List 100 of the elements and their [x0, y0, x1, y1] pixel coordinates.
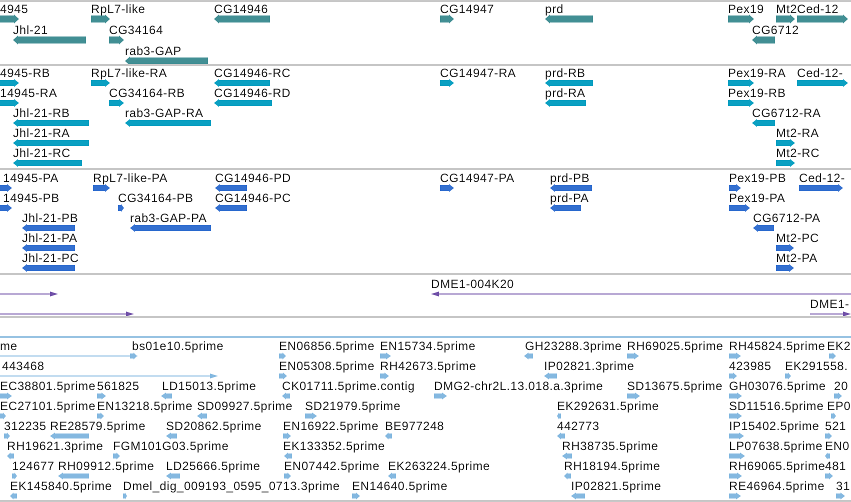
feature-arrow[interactable]	[776, 264, 794, 272]
feature-arrow[interactable]	[799, 184, 843, 192]
feature-arrow[interactable]	[13, 139, 89, 147]
feature-arrow[interactable]	[545, 14, 593, 24]
feature-arrow[interactable]	[0, 14, 19, 24]
feature-label: prd-RB	[545, 66, 586, 80]
feature-label: prd-PA	[550, 191, 589, 205]
feature-label: RH09912.5prime	[58, 459, 154, 473]
feature-arrow[interactable]	[13, 159, 82, 167]
feature-arrow[interactable]	[440, 79, 454, 87]
feature-label: EN16922.5prime	[283, 419, 379, 433]
feature-arrow[interactable]	[0, 292, 58, 296]
feature-arrow[interactable]	[776, 139, 795, 147]
feature-arrow[interactable]	[776, 14, 795, 24]
feature-arrow[interactable]	[545, 99, 586, 107]
feature-arrow[interactable]	[776, 159, 795, 167]
feature-label: RE28579.5prime	[50, 419, 146, 433]
feature-arrow[interactable]	[797, 79, 848, 87]
feature-label: CG14946-PC	[215, 191, 292, 205]
feature-label: SD11516.5prime	[729, 399, 824, 413]
feature-label: RH38735.5prime	[562, 439, 658, 453]
feature-label: EK263224.5prime	[388, 459, 490, 473]
feature-arrow[interactable]	[118, 204, 124, 212]
feature-arrow[interactable]	[550, 204, 581, 212]
feature-arrow[interactable]	[214, 99, 272, 107]
feature-label: 14945-PA	[3, 171, 59, 185]
feature-arrow[interactable]	[215, 204, 247, 212]
feature-label: Mt2	[776, 2, 798, 16]
feature-label: Pex19-RB	[728, 86, 786, 100]
feature-label: SD20862.5prime	[166, 419, 262, 433]
feature-arrow[interactable]	[728, 99, 754, 107]
feature-label: Jhl-21-RB	[13, 106, 70, 120]
feature-arrow[interactable]	[91, 79, 110, 87]
feature-arrow[interactable]	[109, 36, 124, 44]
feature-label: prd-PB	[550, 171, 590, 185]
feature-arrow[interactable]	[550, 184, 592, 192]
feature-label: 4945	[0, 2, 28, 16]
feature-arrow[interactable]	[728, 14, 754, 24]
feature-arrow[interactable]	[810, 312, 851, 316]
feature-arrow[interactable]	[545, 79, 593, 87]
feature-label: RH45824.5prime	[729, 339, 826, 353]
feature-arrow[interactable]	[215, 184, 247, 192]
feature-label: Mt2-RC	[776, 146, 820, 160]
feature-arrow[interactable]	[214, 79, 270, 87]
feature-label: 4945-RB	[0, 66, 50, 80]
feature-label: me	[0, 339, 18, 353]
feature-arrow[interactable]	[752, 119, 775, 127]
feature-arrow[interactable]	[0, 204, 12, 212]
feature-arrow[interactable]	[753, 224, 774, 232]
feature-arrow[interactable]	[0, 79, 19, 87]
feature-label: 312235	[4, 419, 46, 433]
feature-label: EK145840.5prime	[10, 479, 112, 493]
feature-label: CG14946-RC	[214, 66, 291, 80]
feature-label: EN05308.5prime	[279, 359, 375, 373]
feature-arrow[interactable]	[0, 99, 19, 107]
feature-arrow[interactable]	[0, 312, 134, 316]
feature-arrow[interactable]	[22, 224, 75, 232]
feature-label: rab3-GAP-PA	[130, 211, 207, 225]
feature-label: LP07638.5prime	[729, 439, 823, 453]
feature-label: CG14947	[440, 2, 494, 16]
feature-arrow[interactable]	[440, 14, 454, 24]
feature-label: Jhl-21-RC	[13, 146, 71, 160]
feature-arrow[interactable]	[130, 224, 211, 232]
feature-label: DME1-	[810, 297, 850, 311]
feature-arrow[interactable]	[752, 36, 775, 44]
feature-arrow[interactable]	[13, 119, 89, 127]
feature-label: EK2	[827, 339, 851, 353]
feature-label: Pex19-RA	[728, 66, 786, 80]
feature-label: FGM101G03.5prime	[113, 439, 229, 453]
feature-arrow[interactable]	[91, 14, 110, 24]
feature-label: 521	[825, 419, 846, 433]
feature-label: prd	[545, 2, 564, 16]
feature-label: 124677	[12, 459, 54, 473]
feature-label: Pex19-PB	[729, 171, 786, 185]
feature-label: EK133352.5prime	[283, 439, 386, 453]
feature-label: CG6712-RA	[752, 106, 821, 120]
feature-arrow[interactable]	[22, 244, 75, 252]
feature-arrow[interactable]	[729, 184, 741, 192]
feature-arrow[interactable]	[93, 184, 110, 192]
feature-arrow[interactable]	[797, 14, 848, 24]
feature-arrow[interactable]	[0, 184, 12, 192]
feature-label: Jhl-21	[13, 23, 48, 37]
feature-arrow[interactable]	[729, 204, 750, 212]
feature-arrow[interactable]	[728, 79, 754, 87]
feature-label: Pex19-PA	[729, 191, 786, 205]
feature-label: EK292631.5prime	[557, 399, 660, 413]
feature-label: CG6712-PA	[753, 211, 820, 225]
feature-label: RpL7-like	[91, 2, 146, 16]
feature-arrow[interactable]	[125, 56, 208, 64]
feature-arrow[interactable]	[109, 99, 124, 107]
feature-label: EN06856.5prime	[279, 339, 375, 353]
feature-arrow[interactable]	[22, 264, 75, 272]
feature-arrow[interactable]	[125, 119, 211, 127]
feature-arrow[interactable]	[431, 292, 851, 296]
feature-arrow[interactable]	[214, 14, 270, 24]
feature-label: CG14946-PD	[215, 171, 292, 185]
feature-arrow[interactable]	[440, 184, 454, 192]
feature-label: Mt2-PC	[776, 231, 820, 245]
feature-arrow[interactable]	[13, 36, 86, 44]
feature-arrow[interactable]	[776, 244, 794, 252]
